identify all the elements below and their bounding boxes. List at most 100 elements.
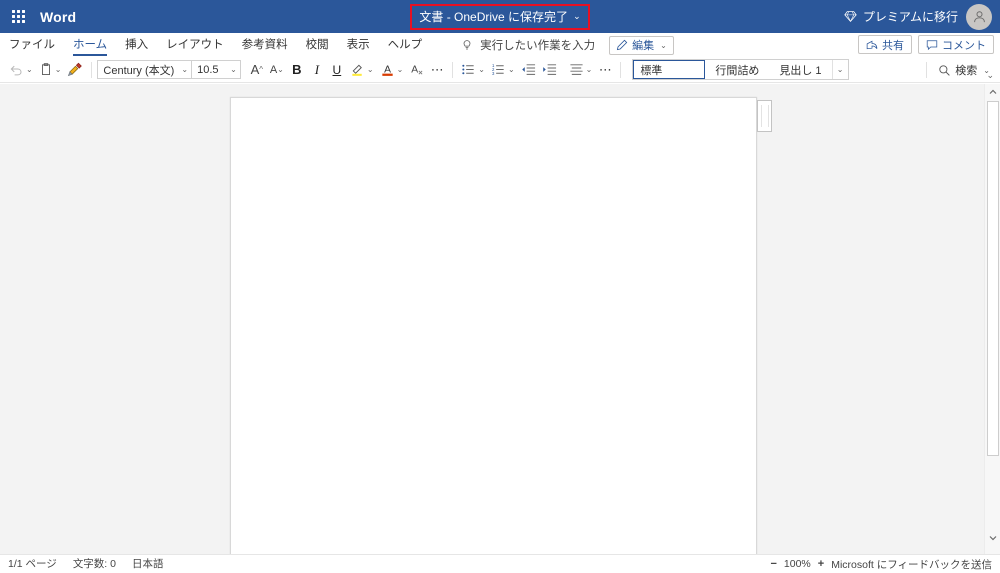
ellipsis-icon: ⋯	[431, 65, 444, 75]
chevron-down-icon: ⌄	[367, 65, 374, 74]
svg-text:3: 3	[492, 71, 495, 76]
bold-glyph: B	[292, 62, 301, 77]
underline-button[interactable]: U	[327, 59, 347, 81]
increase-indent-button[interactable]	[539, 59, 560, 81]
style-no-spacing[interactable]: 行間詰め	[705, 60, 769, 79]
tab-review[interactable]: 校閲	[297, 33, 338, 57]
edit-mode-button[interactable]: 編集 ⌄	[609, 36, 674, 55]
grow-font-glyph: A	[251, 62, 260, 77]
lightbulb-icon	[461, 39, 473, 52]
edit-mode-label: 編集	[632, 37, 654, 53]
scroll-down-icon[interactable]	[985, 530, 1000, 546]
word-count[interactable]: 文字数: 0	[73, 556, 116, 571]
document-page[interactable]	[230, 97, 757, 554]
scroll-up-icon[interactable]	[985, 84, 1000, 100]
chevron-down-icon: ⌄	[26, 65, 33, 74]
clear-formatting-button[interactable]: A	[406, 59, 427, 81]
chevron-down-icon: ⌄	[230, 65, 237, 74]
style-heading-1[interactable]: 見出し 1	[769, 60, 831, 79]
decrease-indent-button[interactable]	[518, 59, 539, 81]
comments-button[interactable]: コメント	[918, 35, 994, 54]
document-title-label: 文書 - OneDrive に保存完了	[419, 8, 568, 25]
send-feedback-button[interactable]: Microsoft にフィードバックを送信	[831, 557, 992, 572]
bullets-button[interactable]: ⌄	[458, 59, 488, 81]
tab-file[interactable]: ファイル	[0, 33, 64, 57]
status-bar: 1/1 ページ 文字数: 0 日本語 − 100% + Microsoft にフ…	[0, 554, 1000, 572]
chevron-down-icon: ⌄	[508, 65, 515, 74]
paragraph-more-button[interactable]: ⋯	[595, 59, 615, 81]
italic-glyph: I	[315, 62, 319, 78]
font-size-selector[interactable]: 10.5 ⌄	[192, 60, 241, 79]
chevron-down-icon: ⌄	[55, 65, 62, 74]
ribbon-actions: 共有 コメント	[858, 35, 994, 54]
tell-me-search[interactable]: 実行したい作業を入力	[461, 37, 595, 53]
highlight-button[interactable]: ⌄	[347, 59, 377, 81]
share-button[interactable]: 共有	[858, 35, 912, 54]
format-painter-button[interactable]	[64, 59, 86, 81]
font-more-button[interactable]: ⋯	[427, 59, 447, 81]
font-name-value: Century (本文)	[103, 62, 179, 78]
go-premium-button[interactable]: プレミアムに移行	[844, 8, 958, 25]
page-indicator[interactable]: 1/1 ページ	[8, 556, 57, 571]
highlighter-icon	[350, 62, 365, 77]
align-button[interactable]: ⌄	[566, 59, 596, 81]
shrink-font-button[interactable]: A⌄	[267, 59, 287, 81]
document-canvas	[0, 84, 1000, 554]
title-bar-right: プレミアムに移行	[844, 0, 1000, 33]
ribbon-collapse-button[interactable]: ⌄	[986, 70, 994, 81]
toolbar-divider	[91, 62, 92, 78]
bold-button[interactable]: B	[287, 59, 307, 81]
tab-view[interactable]: 表示	[338, 33, 379, 57]
toolbar-divider	[452, 62, 453, 78]
ellipsis-icon: ⋯	[599, 65, 612, 75]
grow-font-button[interactable]: A^	[247, 59, 267, 81]
language-indicator[interactable]: 日本語	[132, 556, 164, 571]
document-body-text[interactable]	[231, 98, 756, 150]
tab-layout[interactable]: レイアウト	[157, 33, 233, 57]
chevron-down-icon: ⌄	[478, 65, 485, 74]
undo-button[interactable]: ⌄	[6, 59, 36, 81]
styles-more-button[interactable]: ⌄	[832, 60, 848, 79]
paste-button[interactable]: ⌄	[36, 59, 65, 81]
home-ribbon-toolbar: ⌄ ⌄ Century (本文) ⌄ 10.5 ⌄ A^ A⌄ B I U ⌄ …	[0, 57, 1000, 83]
vertical-scrollbar[interactable]	[984, 84, 1000, 554]
font-color-button[interactable]: A ⌄	[377, 59, 407, 81]
tab-references[interactable]: 参考資料	[233, 33, 297, 57]
zoom-in-button[interactable]: +	[818, 558, 824, 570]
toolbar-divider	[926, 62, 927, 78]
share-icon	[866, 39, 878, 51]
chevron-down-icon: ⌄	[181, 65, 188, 74]
toolbar-right-group: 検索 ⌄	[921, 57, 996, 83]
scrollbar-thumb[interactable]	[987, 101, 999, 456]
margin-anchor-box[interactable]	[757, 100, 772, 132]
chevron-down-icon: ⌄	[586, 65, 593, 74]
tab-help[interactable]: ヘルプ	[379, 33, 432, 57]
margin-anchor-lines	[761, 105, 769, 127]
zoom-level-label[interactable]: 100%	[784, 558, 811, 570]
status-bar-right: − 100% + Microsoft にフィードバックを送信	[770, 555, 992, 573]
tab-insert[interactable]: 挿入	[116, 33, 157, 57]
style-normal[interactable]: 標準	[633, 60, 705, 79]
ribbon-tab-bar: ファイル ホーム 挿入 レイアウト 参考資料 校閲 表示 ヘルプ 実行したい作業…	[0, 33, 1000, 57]
numbering-button[interactable]: 123 ⌄	[488, 59, 518, 81]
diamond-icon	[844, 10, 857, 23]
document-title-button[interactable]: 文書 - OneDrive に保存完了 ⌄	[410, 4, 589, 30]
tab-home[interactable]: ホーム	[64, 33, 116, 57]
waffle-icon	[12, 10, 25, 23]
app-launcher-button[interactable]	[0, 0, 36, 33]
comment-icon	[926, 39, 938, 51]
chevron-down-icon: ⌄	[660, 41, 667, 50]
title-bar: Word 文書 - OneDrive に保存完了 ⌄ プレミアムに移行	[0, 0, 1000, 33]
font-color-icon: A	[380, 62, 395, 77]
app-name-label: Word	[40, 9, 76, 25]
zoom-out-button[interactable]: −	[770, 558, 776, 570]
search-label: 検索	[955, 62, 977, 78]
search-icon	[938, 64, 951, 77]
go-premium-label: プレミアムに移行	[863, 8, 958, 25]
italic-button[interactable]: I	[307, 59, 327, 81]
avatar[interactable]	[966, 4, 992, 30]
font-name-selector[interactable]: Century (本文) ⌄	[97, 60, 192, 79]
font-size-value: 10.5	[197, 64, 228, 76]
comments-label: コメント	[942, 37, 986, 53]
share-label: 共有	[882, 37, 904, 53]
